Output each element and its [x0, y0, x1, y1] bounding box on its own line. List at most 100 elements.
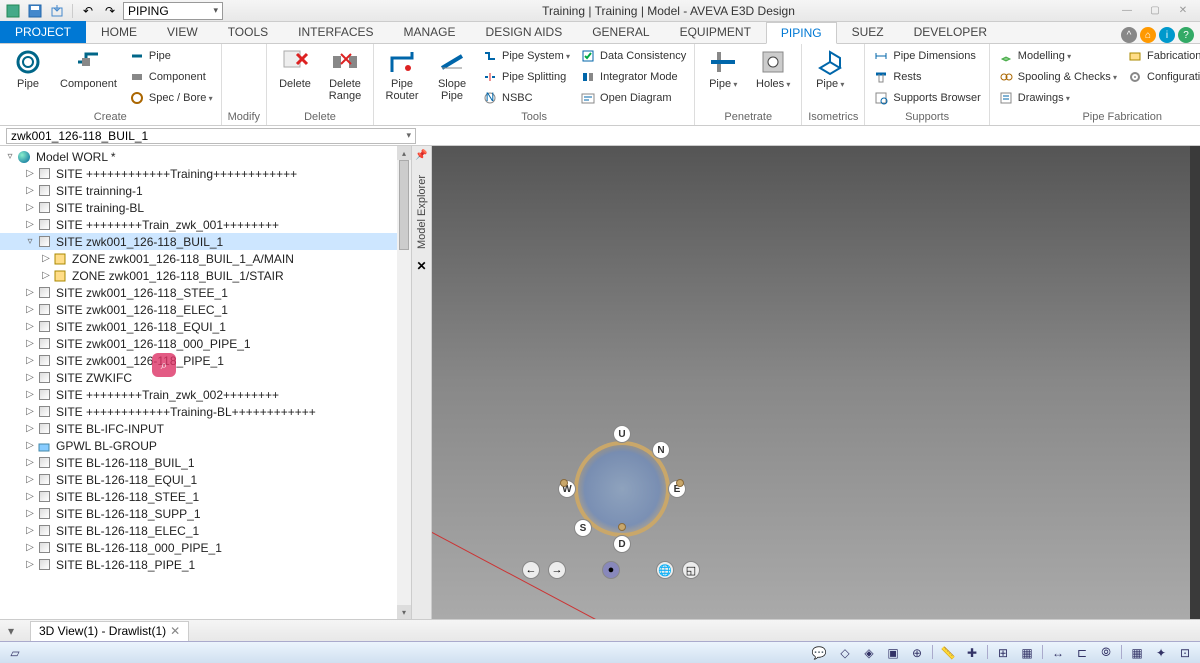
- expander-icon[interactable]: ▷: [24, 321, 36, 332]
- view-compass[interactable]: U D N S E W: [562, 429, 682, 549]
- expander-icon[interactable]: ▷: [24, 287, 36, 298]
- clip-icon[interactable]: ⊏: [1073, 645, 1091, 661]
- snap-toggle-4[interactable]: ⊕: [908, 645, 926, 661]
- snap-toggle-2[interactable]: ◈: [860, 645, 878, 661]
- modelling-button[interactable]: Modelling: [996, 46, 1119, 66]
- tab-tools[interactable]: TOOLS: [213, 21, 283, 43]
- tree-node[interactable]: ▷SITE ++++++++Train_zwk_001++++++++: [0, 216, 411, 233]
- viewport-scrollbar[interactable]: [1190, 146, 1200, 619]
- tree-node[interactable]: ▷SITE BL-126-118_PIPE_1: [0, 556, 411, 573]
- compass-knob-e[interactable]: [676, 479, 684, 487]
- expander-icon[interactable]: ▿: [24, 236, 36, 247]
- undo-icon[interactable]: ↶: [79, 2, 97, 20]
- delete-button[interactable]: Delete: [273, 46, 317, 92]
- expander-icon[interactable]: ▷: [24, 372, 36, 383]
- save-icon[interactable]: [26, 2, 44, 20]
- integrator-mode-button[interactable]: Integrator Mode: [578, 67, 688, 87]
- grid-icon[interactable]: ▦: [1128, 645, 1146, 661]
- tab-project[interactable]: PROJECT: [0, 21, 86, 43]
- redo-icon[interactable]: ↷: [101, 2, 119, 20]
- tree-node[interactable]: ▷SITE ZWKIFC: [0, 369, 411, 386]
- tab-design-aids[interactable]: DESIGN AIDS: [471, 21, 578, 43]
- create-component-small-button[interactable]: Component: [127, 67, 215, 87]
- tab-piping[interactable]: PIPING: [766, 22, 837, 44]
- iso-pipe-button[interactable]: Pipe: [808, 46, 852, 92]
- getwork-icon[interactable]: [48, 2, 66, 20]
- discipline-combo[interactable]: PIPING: [123, 2, 223, 20]
- compass-south[interactable]: S: [574, 519, 592, 537]
- compass-north[interactable]: N: [652, 441, 670, 459]
- tree-node[interactable]: ▷SITE trainning-1: [0, 182, 411, 199]
- scroll-up-button[interactable]: ▴: [397, 146, 411, 160]
- expander-icon[interactable]: ▷: [24, 559, 36, 570]
- view-tab-close-icon[interactable]: ✕: [170, 624, 180, 638]
- expander-icon[interactable]: ▷: [24, 542, 36, 553]
- expander-icon[interactable]: ▷: [24, 491, 36, 502]
- data-consistency-button[interactable]: Data Consistency: [578, 46, 688, 66]
- tree-node[interactable]: ▷SITE ++++++++++++Training++++++++++++: [0, 165, 411, 182]
- spec-bore-button[interactable]: Spec / Bore: [127, 88, 215, 108]
- 3d-viewport[interactable]: U D N S E W ← → ● 🌐 ◱: [432, 146, 1200, 619]
- view-prev-button[interactable]: ←: [522, 561, 540, 579]
- view-next-button[interactable]: →: [548, 561, 566, 579]
- slope-pipe-button[interactable]: Slope Pipe: [430, 46, 474, 104]
- axis-icon[interactable]: ✚: [963, 645, 981, 661]
- pipe-router-button[interactable]: Pipe Router: [380, 46, 424, 104]
- tree-node[interactable]: ▷SITE zwk001_126-118_ELEC_1: [0, 301, 411, 318]
- pipe-splitting-button[interactable]: Pipe Splitting: [480, 67, 572, 87]
- view-tab-3d[interactable]: 3D View(1) - Drawlist(1) ✕: [30, 621, 189, 641]
- expander-icon[interactable]: ▷: [24, 474, 36, 485]
- minimize-button[interactable]: —: [1114, 2, 1140, 20]
- info-icon[interactable]: i: [1159, 27, 1175, 43]
- expander-icon[interactable]: ▷: [40, 270, 52, 281]
- scroll-thumb[interactable]: [399, 160, 409, 250]
- create-pipe-small-button[interactable]: Pipe: [127, 46, 215, 66]
- tree-node[interactable]: ▷GPWL BL-GROUP: [0, 437, 411, 454]
- component-button[interactable]: Component: [56, 46, 121, 92]
- tree-scrollbar[interactable]: ▴ ▾: [397, 146, 411, 619]
- tab-developer[interactable]: DEVELOPER: [899, 21, 1002, 43]
- compass-up[interactable]: U: [613, 425, 631, 443]
- pipe-dimensions-button[interactable]: Pipe Dimensions: [871, 46, 982, 66]
- expander-icon[interactable]: ▷: [24, 219, 36, 230]
- tabs-dropdown-icon[interactable]: ▾: [8, 624, 14, 638]
- scroll-down-button[interactable]: ▾: [397, 605, 411, 619]
- tree-node[interactable]: ▷SITE BL-IFC-INPUT: [0, 420, 411, 437]
- expander-icon[interactable]: ▷: [24, 525, 36, 536]
- measure-icon[interactable]: 📏: [939, 645, 957, 661]
- tree-node[interactable]: ▷SITE ++++++++++++Training-BL+++++++++++…: [0, 403, 411, 420]
- tab-equipment[interactable]: EQUIPMENT: [665, 21, 766, 43]
- expander-icon[interactable]: ▷: [24, 406, 36, 417]
- tree-node[interactable]: ▷SITE zwk001_126-118_000_PIPE_1: [0, 335, 411, 352]
- command-line-icon[interactable]: ▱: [6, 645, 24, 661]
- view-cube-button[interactable]: ◱: [682, 561, 700, 579]
- configuration-button[interactable]: Configuration: [1125, 67, 1200, 87]
- tools-icon[interactable]: ✦: [1152, 645, 1170, 661]
- current-element-combo[interactable]: zwk001_126-118_BUIL_1: [6, 128, 416, 144]
- tab-suez[interactable]: SUEZ: [837, 21, 899, 43]
- pipe-view-icon[interactable]: ⦾: [1097, 645, 1115, 661]
- view-home-button[interactable]: ●: [602, 561, 620, 579]
- tree-node[interactable]: ▷SITE BL-126-118_SUPP_1: [0, 505, 411, 522]
- tree-node[interactable]: ▷SITE BL-126-118_BUIL_1: [0, 454, 411, 471]
- tab-manage[interactable]: MANAGE: [389, 21, 471, 43]
- holes-button[interactable]: Holes: [751, 46, 795, 92]
- expander-icon[interactable]: ▷: [24, 440, 36, 451]
- lock-icon[interactable]: ⊡: [1176, 645, 1194, 661]
- tree-node[interactable]: ▷ZONE zwk001_126-118_BUIL_1_A/MAIN: [0, 250, 411, 267]
- tree-node[interactable]: ▷ZONE zwk001_126-118_BUIL_1/STAIR: [0, 267, 411, 284]
- scroll-track[interactable]: [397, 160, 411, 605]
- collapse-ribbon-icon[interactable]: ^: [1121, 27, 1137, 43]
- pipe-system-button[interactable]: Pipe System: [480, 46, 572, 66]
- drawings-button[interactable]: Drawings: [996, 88, 1119, 108]
- search-badge-icon[interactable]: ⌕: [152, 353, 176, 377]
- spooling-checks-button[interactable]: Spooling & Checks: [996, 67, 1119, 87]
- close-panel-icon[interactable]: ✕: [416, 259, 426, 273]
- expander-icon[interactable]: ▷: [24, 389, 36, 400]
- expander-icon[interactable]: ▷: [24, 185, 36, 196]
- app-menu-icon[interactable]: [4, 2, 22, 20]
- model-tree[interactable]: ▿Model WORL *▷SITE ++++++++++++Training+…: [0, 146, 411, 619]
- tree-node[interactable]: ▷SITE training-BL: [0, 199, 411, 216]
- help-icon[interactable]: ?: [1178, 27, 1194, 43]
- expander-icon[interactable]: ▷: [24, 202, 36, 213]
